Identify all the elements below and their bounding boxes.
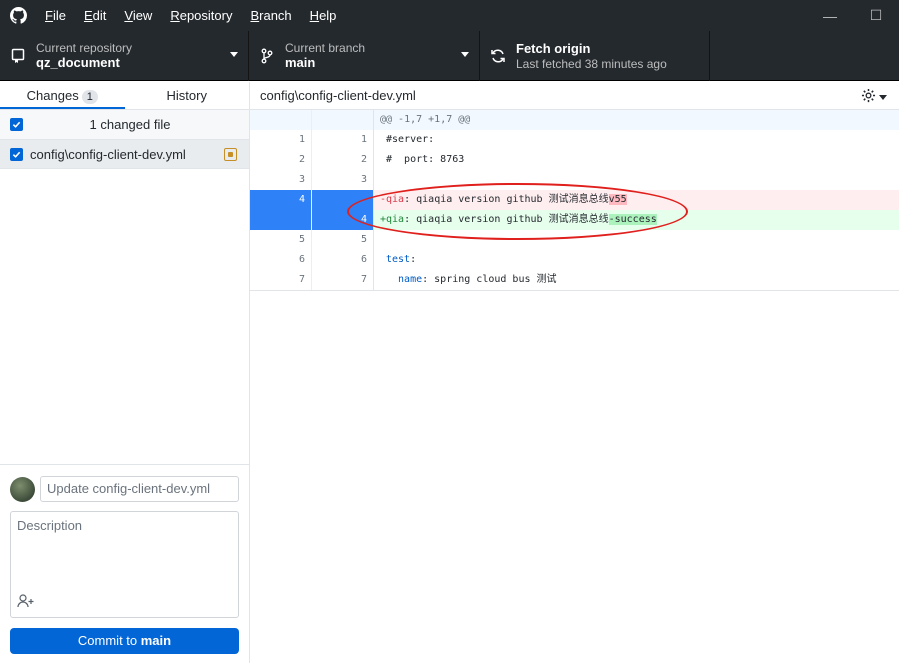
hunk-header: @@ -1,7 +1,7 @@	[250, 110, 899, 130]
line-content: #server:	[386, 134, 435, 145]
fetch-title: Fetch origin	[516, 41, 591, 56]
diff-line[interactable]: 33	[250, 170, 899, 190]
menu-file[interactable]: File	[36, 0, 75, 31]
list-item[interactable]: config\config-client-dev.yml	[0, 140, 249, 169]
line-content: +qia: qiaqia version github 测试消息总线-succe…	[374, 210, 899, 230]
tab-changes-label: Changes	[26, 88, 79, 103]
file-checkbox[interactable]	[10, 147, 23, 161]
new-line-number[interactable]: 3	[312, 170, 374, 190]
tab-history[interactable]: History	[125, 82, 250, 109]
changed-text-highlight: v55	[608, 194, 627, 205]
branch-icon	[249, 48, 285, 64]
diff-file-path: config\config-client-dev.yml	[260, 88, 416, 103]
old-line-number	[250, 110, 312, 130]
menu-repository[interactable]: Repository	[161, 0, 241, 31]
yaml-key: test	[386, 254, 411, 265]
diff-line[interactable]: 2 2 # port: 8763	[250, 150, 899, 170]
add-coauthor-icon[interactable]	[17, 594, 35, 611]
sync-icon	[480, 48, 516, 64]
diff-options-button[interactable]	[861, 88, 887, 106]
diff-view: @@ -1,7 +1,7 @@ 1 1 #server: 2 2 # port: 8763 3…	[250, 110, 899, 291]
old-line-number[interactable]: 5	[250, 230, 312, 250]
modified-icon	[224, 147, 237, 161]
diff-line[interactable]: 1 1 #server:	[250, 130, 899, 150]
diff-line[interactable]: 77 name: spring cloud bus 测试	[250, 270, 899, 290]
diff-line[interactable]: 55	[250, 230, 899, 250]
toolbar: Current repository qz_document Current b…	[0, 31, 899, 81]
menu-view[interactable]: View	[115, 0, 161, 31]
current-branch-button[interactable]: Current branch main	[249, 31, 480, 81]
old-line-number[interactable]: 3	[250, 170, 312, 190]
repo-icon	[0, 48, 36, 64]
new-line-number[interactable]: 1	[312, 130, 374, 150]
minimize-icon[interactable]: —	[807, 0, 853, 31]
commit-panel: Update config-client-dev.yml Description…	[0, 464, 249, 663]
fetch-subtitle: Last fetched 38 minutes ago	[516, 57, 667, 71]
menu-edit[interactable]: Edit	[75, 0, 115, 31]
avatar	[10, 477, 35, 502]
hunk-text: @@ -1,7 +1,7 @@	[374, 110, 899, 130]
line-content: # port: 8763	[386, 154, 465, 165]
yaml-key: name	[386, 274, 423, 285]
diff-prefix: -qia	[380, 194, 405, 205]
tab-changes[interactable]: Changes 1	[0, 82, 125, 109]
chevron-down-icon	[230, 52, 238, 57]
new-line-number[interactable]: 2	[312, 150, 374, 170]
new-line-number[interactable]: 7	[312, 270, 374, 290]
diff-line[interactable]: 6 6 test:	[250, 250, 899, 270]
description-placeholder: Description	[17, 518, 83, 533]
maximize-icon[interactable]: ☐	[853, 0, 899, 31]
menu-branch[interactable]: Branch	[241, 0, 300, 31]
select-all-checkbox[interactable]	[10, 118, 23, 131]
diff-line[interactable]: 4 -qia: qiaqia version github 测试消息总线v55	[250, 190, 899, 210]
new-line-number[interactable]: 4	[312, 210, 374, 230]
fetch-origin-button[interactable]: Fetch origin Last fetched 38 minutes ago	[480, 31, 710, 81]
current-repository-button[interactable]: Current repository qz_document	[0, 31, 249, 81]
chevron-down-icon	[879, 94, 887, 100]
commit-summary-input[interactable]: Update config-client-dev.yml	[40, 476, 239, 502]
diff-line[interactable]: 4 +qia: qiaqia version github 测试消息总线-succ…	[250, 210, 899, 230]
line-content	[374, 230, 899, 250]
menu-bar: File Edit View Repository Branch Help	[36, 0, 345, 31]
line-content: -qia: qiaqia version github 测试消息总线v55	[374, 190, 899, 210]
gear-icon	[861, 88, 876, 106]
diff-header: config\config-client-dev.yml	[250, 82, 899, 110]
commit-button-prefix: Commit to	[77, 633, 141, 648]
repo-label: Current repository	[36, 41, 133, 55]
diff-prefix: +qia	[380, 214, 405, 225]
old-line-number[interactable]: 1	[250, 130, 312, 150]
github-logo-icon	[0, 0, 36, 31]
changed-files-count: 1 changed file	[89, 117, 171, 132]
sidebar-tabs: Changes 1 History	[0, 82, 249, 110]
branch-name: main	[285, 55, 316, 70]
sidebar: Changes 1 History 1 changed file config\c…	[0, 82, 250, 663]
file-name: config\config-client-dev.yml	[30, 146, 186, 162]
changes-count-badge: 1	[81, 90, 98, 104]
old-line-number[interactable]: 4	[250, 190, 312, 210]
commit-button-branch: main	[140, 633, 172, 648]
commit-button[interactable]: Commit to main	[10, 628, 239, 654]
new-line-number[interactable]: 5	[312, 230, 374, 250]
chevron-down-icon	[461, 52, 469, 57]
line-content: test:	[386, 254, 417, 265]
changes-header: 1 changed file	[0, 110, 249, 140]
old-line-number[interactable]: 6	[250, 250, 312, 270]
title-bar: File Edit View Repository Branch Help — …	[0, 0, 899, 31]
new-line-number[interactable]: 6	[312, 250, 374, 270]
commit-description-field[interactable]: Description	[10, 511, 239, 618]
branch-label: Current branch	[285, 41, 366, 55]
menu-help[interactable]: Help	[301, 0, 346, 31]
old-line-number[interactable]	[250, 210, 312, 230]
new-line-number[interactable]	[312, 190, 374, 210]
repo-name: qz_document	[36, 55, 120, 70]
old-line-number[interactable]: 2	[250, 150, 312, 170]
line-content	[374, 170, 899, 190]
old-line-number[interactable]: 7	[250, 270, 312, 290]
line-content: name: spring cloud bus 测试	[386, 274, 557, 285]
new-line-number	[312, 110, 374, 130]
changed-text-highlight: -success	[608, 214, 657, 225]
